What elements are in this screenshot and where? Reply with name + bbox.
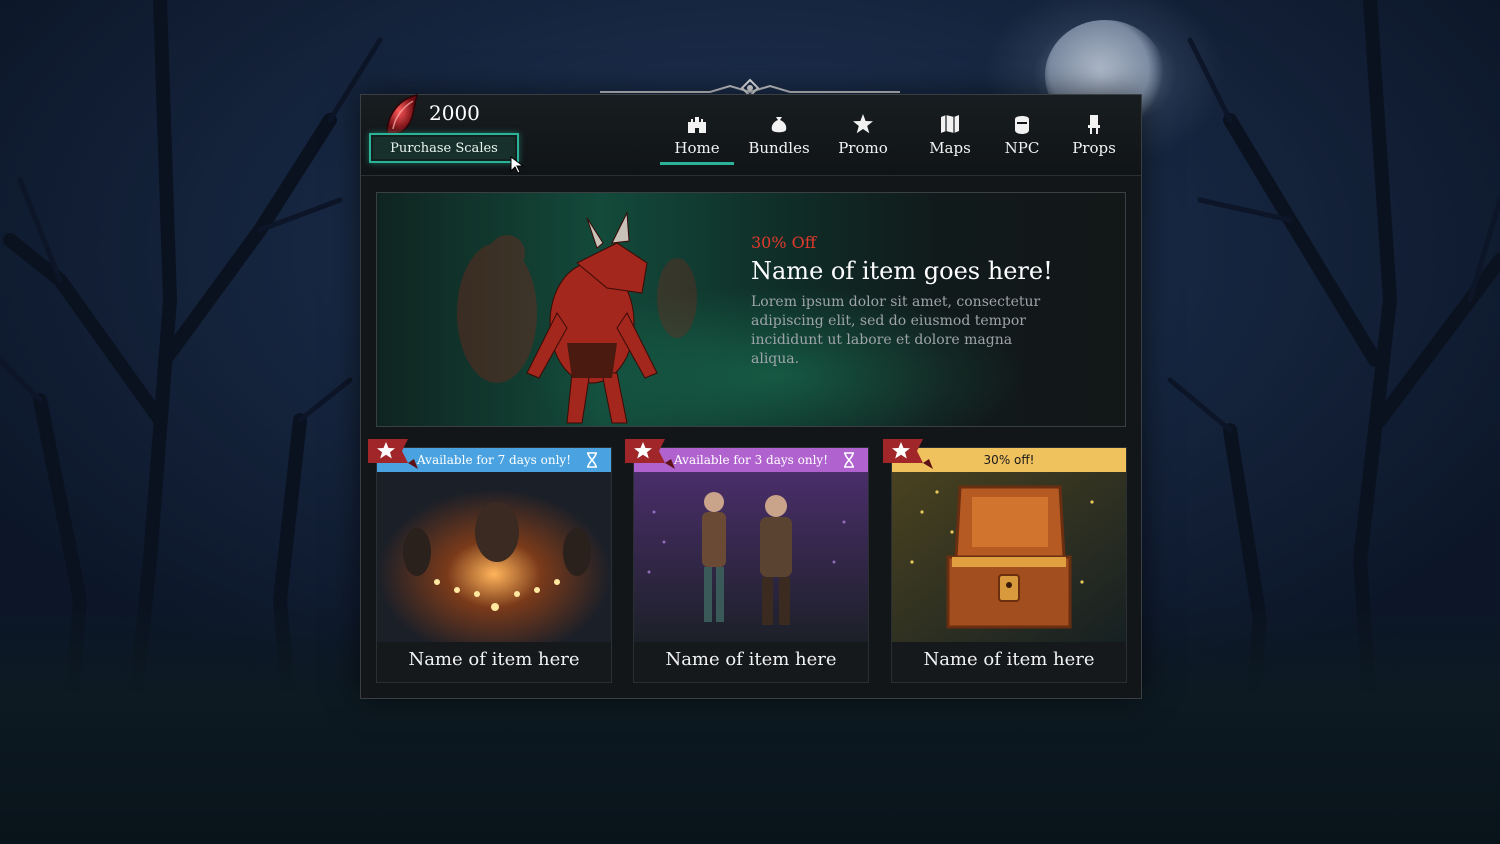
featured-item-banner[interactable]: 30% Off Name of item goes here! Lorem ip… <box>376 192 1126 427</box>
tab-props-label: Props <box>1072 139 1116 157</box>
purchase-scales-button[interactable]: Purchase Scales <box>369 133 519 163</box>
featured-star-ribbon <box>625 439 675 469</box>
adventurers-artwork <box>634 472 868 642</box>
tab-home-label: Home <box>674 139 720 157</box>
currency-amount: 2000 <box>429 101 480 125</box>
castle-icon <box>688 117 706 133</box>
item-card[interactable]: Available for 3 days only! Name of item … <box>625 439 869 683</box>
star-icon <box>853 114 873 134</box>
tab-bundles-label: Bundles <box>748 139 810 157</box>
item-card[interactable]: Available for 7 days only! Name of item … <box>368 439 612 683</box>
hero-description: Lorem ipsum dolor sit amet, consectetur … <box>751 294 1041 367</box>
tab-bundles[interactable]: Bundles <box>738 105 820 165</box>
dungeon-ritual-artwork <box>377 472 611 642</box>
tab-maps-label: Maps <box>929 139 971 157</box>
dragon-warrior-artwork <box>457 211 697 424</box>
dragon-scale-icon <box>386 93 419 135</box>
treasure-chest-artwork <box>892 472 1126 642</box>
map-icon <box>941 115 959 133</box>
item-card[interactable]: 30% off! Name of item here <box>883 439 1127 683</box>
featured-star-ribbon <box>883 439 933 469</box>
active-tab-indicator <box>660 162 734 165</box>
banner-text: Available for 7 days only! <box>416 453 572 467</box>
tab-promo[interactable]: Promo <box>820 105 906 165</box>
hero-title: Name of item goes here! <box>751 257 1053 285</box>
featured-star-ribbon <box>368 439 418 469</box>
store-panel: 2000 Purchase Scales Home Bundles Promo … <box>360 93 1142 699</box>
item-name: Name of item here <box>923 649 1095 670</box>
tab-promo-label: Promo <box>838 139 888 157</box>
category-tabs: Home Bundles Promo Maps NPC Props <box>656 105 1138 175</box>
tab-npc[interactable]: NPC <box>994 105 1050 165</box>
tab-props[interactable]: Props <box>1050 105 1138 165</box>
banner-text: 30% off! <box>983 453 1035 467</box>
hourglass-icon <box>844 452 854 468</box>
chair-icon <box>1088 115 1100 134</box>
mouse-cursor-icon <box>510 156 525 174</box>
banner-text: Available for 3 days only! <box>673 453 829 467</box>
tab-npc-label: NPC <box>1004 139 1040 157</box>
tab-home[interactable]: Home <box>656 105 738 165</box>
hourglass-icon <box>587 452 597 468</box>
store-header: 2000 Purchase Scales Home Bundles Promo … <box>361 93 1141 176</box>
item-name: Name of item here <box>408 649 580 670</box>
helmet-icon <box>1015 116 1029 134</box>
hero-discount: 30% Off <box>751 233 817 252</box>
tab-maps[interactable]: Maps <box>906 105 994 165</box>
pouch-icon <box>771 117 787 133</box>
item-name: Name of item here <box>665 649 837 670</box>
